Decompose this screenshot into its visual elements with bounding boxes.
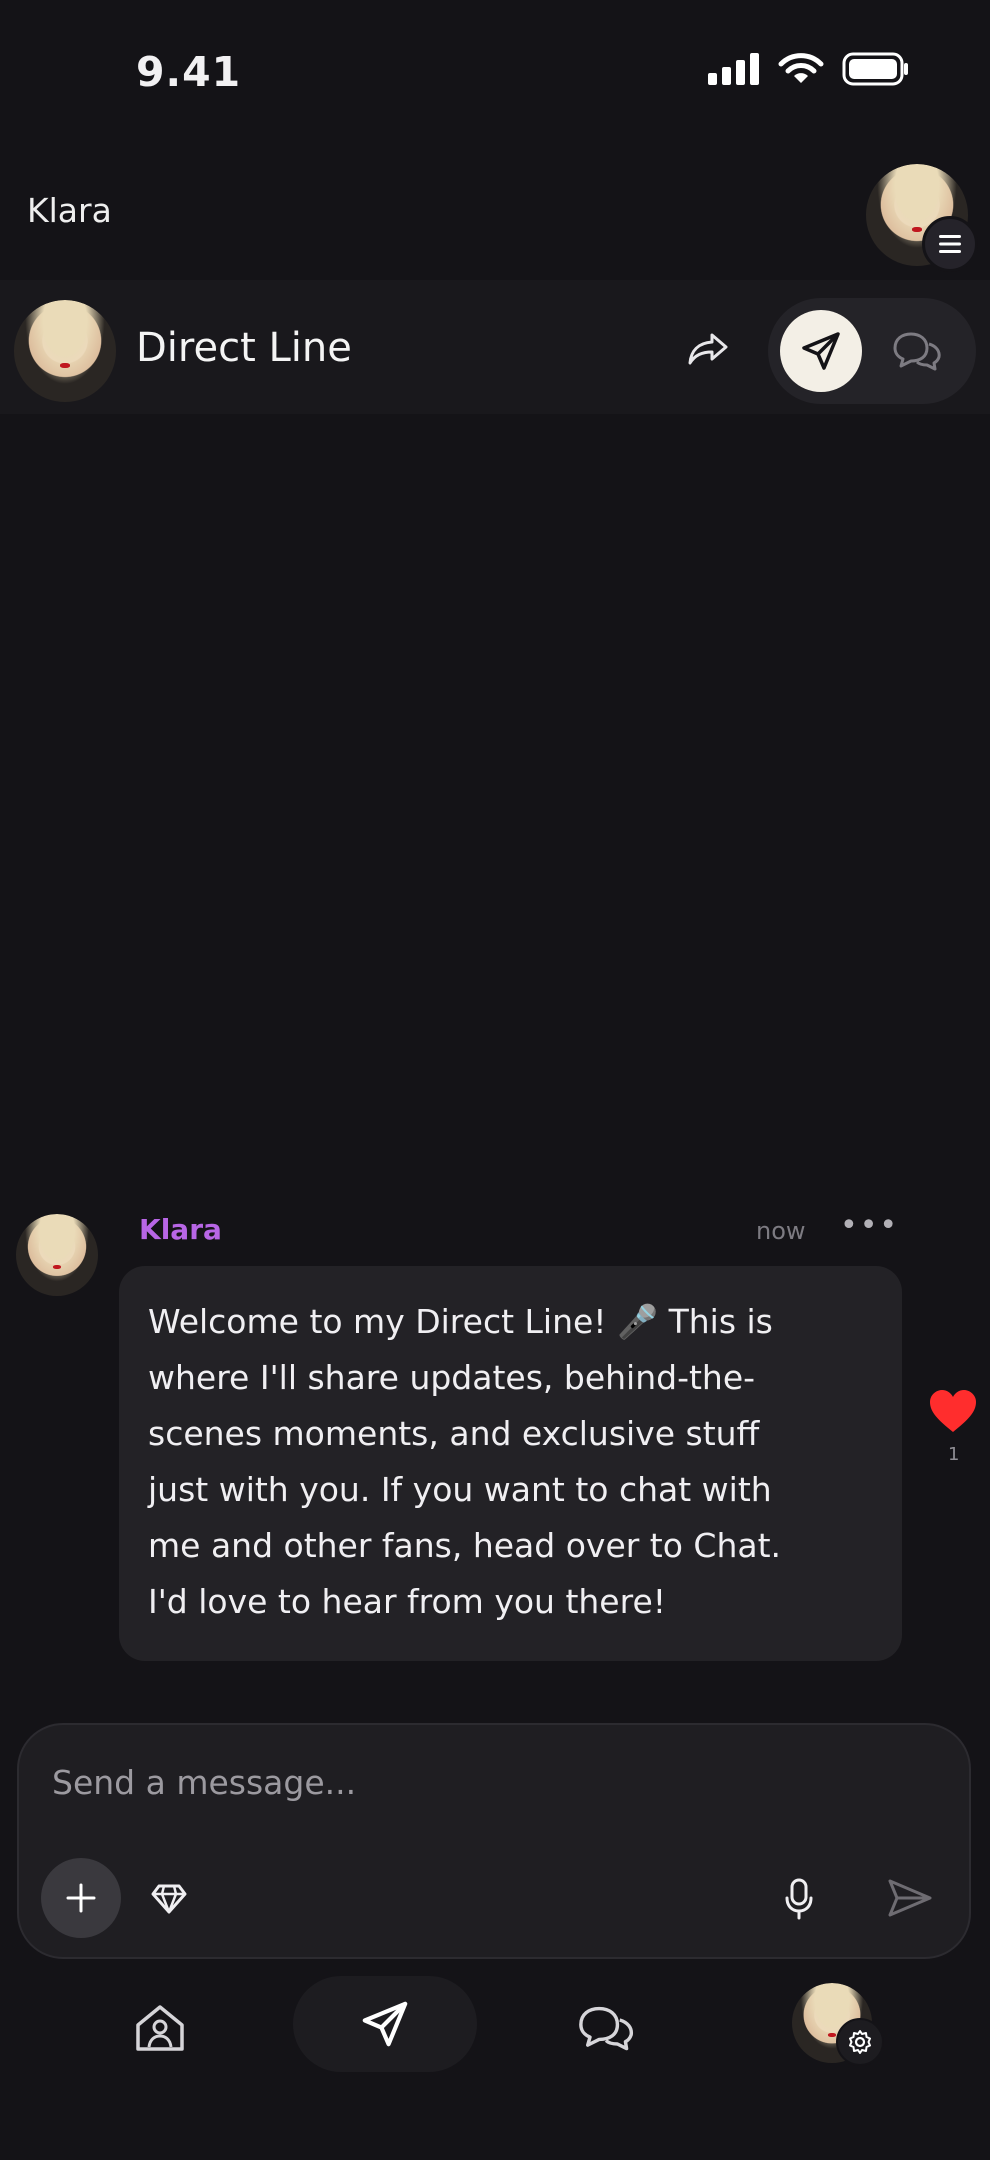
view-toggle [768,298,976,404]
plus-icon [66,1883,96,1913]
channel-avatar [14,300,116,402]
status-time: 9.41 [136,48,242,96]
nav-chat[interactable] [574,2000,638,2056]
heart-icon[interactable] [928,1388,978,1434]
microphone-button[interactable] [779,1876,819,1922]
message-sender: Klara [139,1213,222,1246]
add-attachment-button[interactable] [41,1858,121,1938]
creator-name: Klara [27,191,112,230]
message-input[interactable] [50,1762,754,1803]
signal-icon [708,53,759,85]
chat-toggle[interactable] [882,316,952,386]
paper-plane-icon [362,2001,408,2047]
direct-line-toggle[interactable] [780,310,862,392]
nav-direct-line[interactable] [293,1976,477,2072]
more-options-icon[interactable]: ••• [840,1208,899,1243]
paper-plane-icon [802,332,840,370]
chat-bubbles-icon [893,332,941,371]
settings-gear-icon[interactable] [836,2018,884,2066]
nav-home[interactable] [130,2000,190,2056]
diamond-button[interactable] [146,1876,192,1922]
reaction-count: 1 [948,1444,960,1465]
battery-icon [842,52,908,86]
message-time: now [756,1217,806,1245]
home-profile-icon [136,2005,184,2051]
message-text: Welcome to my Direct Line! 🎤 This is whe… [148,1302,782,1621]
wifi-icon [778,53,824,83]
chat-bubbles-icon [579,2006,634,2051]
microphone-icon [785,1878,813,1920]
send-icon [888,1879,932,1917]
message-avatar[interactable] [16,1214,98,1296]
diamond-icon [151,1884,187,1914]
composer [17,1723,971,1959]
status-icons [708,52,910,86]
menu-icon[interactable] [922,216,978,272]
share-button[interactable] [680,325,736,373]
share-icon [688,333,728,365]
send-button[interactable] [884,1874,936,1922]
channel-title: Direct Line [136,325,352,371]
